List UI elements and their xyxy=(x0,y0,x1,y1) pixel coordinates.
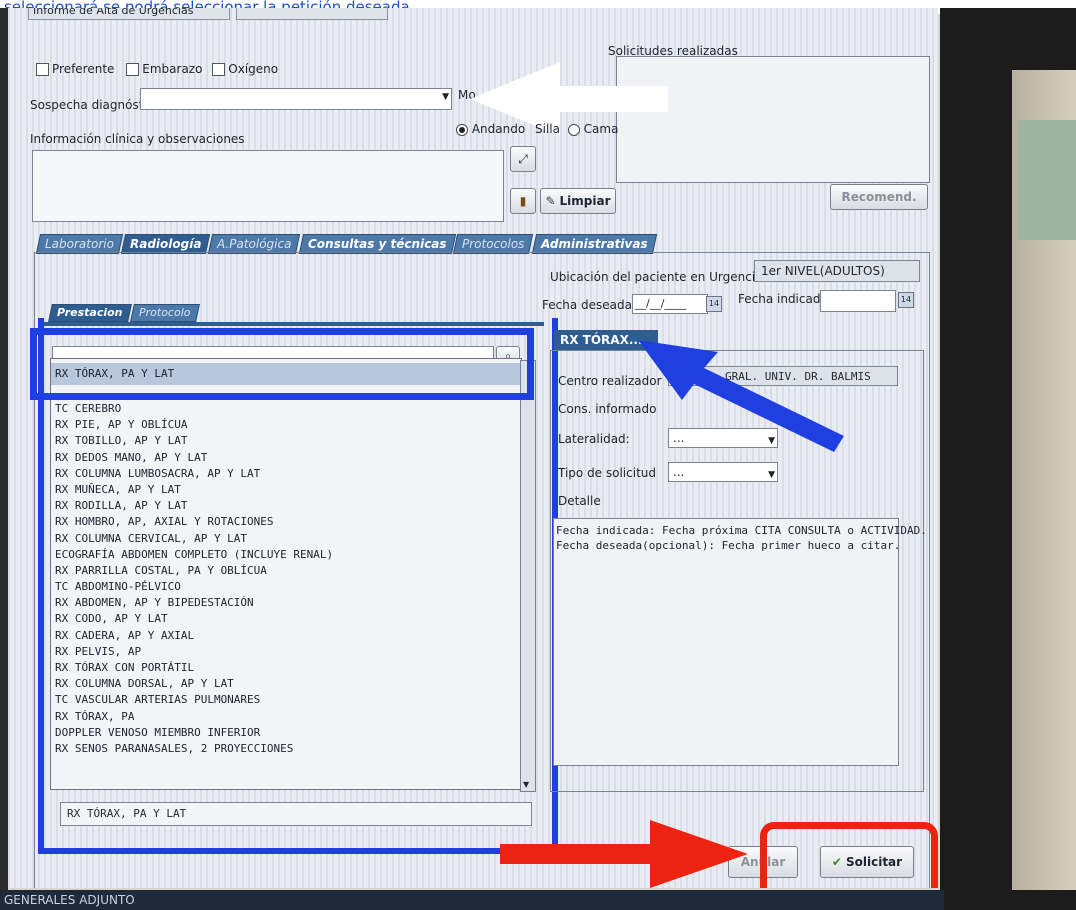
calendar-icon[interactable]: 14 xyxy=(706,296,722,312)
background-panel xyxy=(1018,120,1076,240)
limpiar-label: Limpiar xyxy=(559,194,611,208)
info-clinica-label: Información clínica y observaciones xyxy=(30,132,245,146)
tab-consultas[interactable]: Consultas y técnicas xyxy=(298,234,456,254)
flags-row: Preferente Embarazo Oxígeno xyxy=(36,62,278,76)
recomend-label: Recomend. xyxy=(841,190,917,204)
tipo-solicitud-label: Tipo de solicitud xyxy=(558,466,657,480)
broom-icon: ✎ xyxy=(545,194,556,208)
preferente-label: Preferente xyxy=(52,62,115,76)
sospecha-combo[interactable]: ▼ xyxy=(140,88,452,110)
monitor-bezel-left xyxy=(0,8,8,910)
tab-secondary[interactable] xyxy=(236,8,388,20)
radio-silla-label: Silla xyxy=(535,122,560,136)
detalle-line: Fecha deseada(opcional): Fecha primer hu… xyxy=(556,539,901,552)
ubicacion-label: Ubicación del paciente en Urgencias xyxy=(550,270,769,284)
expand-button[interactable]: ⤢ xyxy=(510,146,536,172)
tab-protocolos[interactable]: Protocolos xyxy=(453,234,534,254)
blue-arrow-annotation xyxy=(638,340,844,452)
highlight-solicitar-frame xyxy=(760,822,938,888)
detalle-line: Fecha indicada: Fecha próxima CITA CONSU… xyxy=(556,524,927,537)
radio-cama[interactable] xyxy=(567,123,580,136)
lateralidad-label: Lateralidad: xyxy=(558,432,630,446)
fecha-indicada-label: Fecha indicada xyxy=(738,292,828,306)
document-tabs: Informe de Alta de Urgencias xyxy=(28,8,388,20)
tab-laboratorio[interactable]: Laboratorio xyxy=(35,234,124,254)
oxigeno-checkbox[interactable] xyxy=(212,63,226,76)
radio-andando-label: Andando xyxy=(471,122,526,136)
detail-tab-label: RX TÓRAX... xyxy=(560,333,643,347)
movilidad-radios: Andando Silla Cama xyxy=(456,122,618,136)
embarazo-checkbox[interactable] xyxy=(126,63,140,76)
fecha-deseada-input[interactable]: __/__/____ xyxy=(632,294,708,314)
oxigeno-label: Oxígeno xyxy=(228,62,279,76)
embarazo-label: Embarazo xyxy=(142,62,203,76)
chevron-down-icon[interactable]: ▼ xyxy=(768,466,775,484)
red-arrow-annotation xyxy=(500,820,748,888)
fecha-deseada-label: Fecha deseada xyxy=(542,298,632,312)
detalle-label: Detalle xyxy=(558,494,601,508)
tipo-solicitud-select[interactable]: ... ▼ xyxy=(668,462,778,482)
application-window: Informe de Alta de Urgencias Preferente … xyxy=(8,8,938,888)
status-bar: GENERALES ADJUNTO xyxy=(0,890,944,910)
radio-cama-label: Cama xyxy=(583,122,619,136)
tab-administrativas[interactable]: Administrativas xyxy=(531,234,657,254)
tab-radiologia[interactable]: Radiología xyxy=(120,234,211,254)
book-button[interactable]: ▮ xyxy=(510,188,536,214)
preferente-checkbox[interactable] xyxy=(36,63,49,76)
tipo-solicitud-value: ... xyxy=(673,465,685,479)
tab-apatologica[interactable]: A.Patológica xyxy=(208,234,302,254)
limpiar-button[interactable]: ✎ Limpiar xyxy=(540,188,616,214)
radio-andando[interactable] xyxy=(456,123,468,136)
calendar-icon[interactable]: 14 xyxy=(898,292,914,308)
highlight-list-frame xyxy=(38,318,558,854)
tab-informe-alta[interactable]: Informe de Alta de Urgencias xyxy=(28,8,230,20)
detalle-textarea[interactable]: Fecha indicada: Fecha próxima CITA CONSU… xyxy=(553,518,927,766)
fecha-indicada-input[interactable] xyxy=(820,290,896,312)
book-icon: ▮ xyxy=(519,194,527,208)
expand-icon: ⤢ xyxy=(518,151,528,166)
chevron-down-icon[interactable]: ▼ xyxy=(442,92,449,102)
recomend-button[interactable]: Recomend. xyxy=(830,184,928,210)
status-text: GENERALES ADJUNTO xyxy=(4,893,135,907)
ubicacion-field: 1er NIVEL(ADULTOS) xyxy=(754,260,920,282)
main-tabbar: Laboratorio Radiología A.Patológica Cons… xyxy=(35,234,657,254)
info-clinica-textarea[interactable] xyxy=(32,150,504,222)
